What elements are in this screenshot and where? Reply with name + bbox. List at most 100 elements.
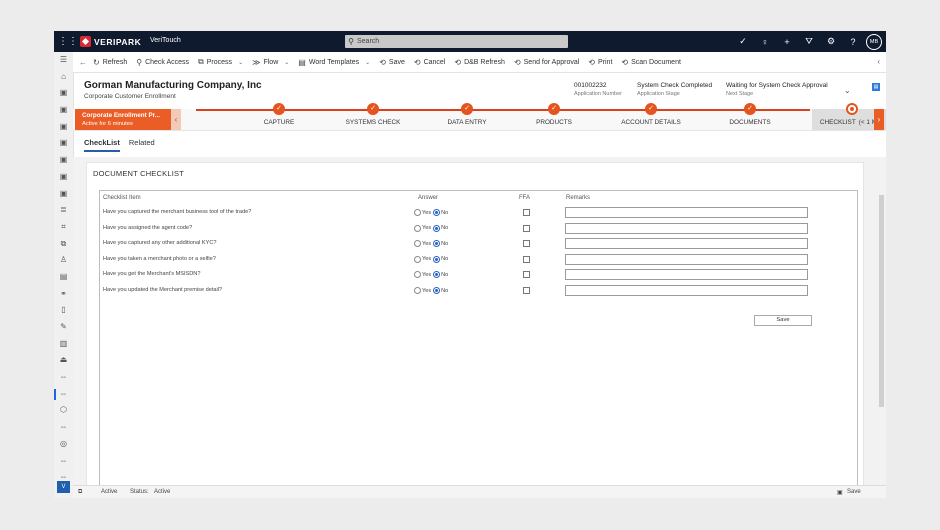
send-icon: ⟲ [513,57,521,67]
hamburger-menu-icon[interactable]: ☰ [54,52,73,69]
command-cancel-button[interactable]: ⟲ Cancel [414,58,446,67]
command-check-access-button[interactable]: ⚲ Check Access [136,58,189,67]
nav-link-icon[interactable]: ⚭ [54,286,73,303]
ffa-checkbox[interactable] [523,224,530,232]
answer-yes-radio[interactable] [414,271,421,279]
ffa-checkbox[interactable] [523,209,530,216]
nav-entity-icon-2[interactable]: ▣ [54,102,73,119]
command-d-b-refresh-button[interactable]: ⟲ D&B Refresh [454,58,505,67]
answer-no-radio[interactable] [433,255,441,263]
command-word-templates-button[interactable]: ▤ Word Templates ⌄ [298,58,370,67]
nav-grid-icon[interactable]: ⌗ [54,219,73,236]
answer-no-radio[interactable] [433,224,441,232]
header-expand-chevron-icon[interactable]: ⌄ [844,86,851,95]
global-search-box[interactable]: ⚲ Search [345,35,568,48]
answer-no-radio[interactable] [433,287,441,294]
command-send-for-approval-button[interactable]: ⟲ Send for Approval [514,58,579,67]
command-print-button[interactable]: ⟲ Print [588,58,612,67]
answer-no-radio[interactable] [433,240,441,248]
tab-checklist[interactable]: CheckList [84,138,120,152]
command-scan-document-button[interactable]: ⟲ Scan Document [621,58,681,67]
chevron-down-icon[interactable]: ⌄ [238,59,243,66]
checklist-question: Have you assigned the agent code? [103,224,193,231]
nav-person-icon[interactable]: ♙ [54,252,73,269]
ffa-checkbox[interactable] [523,287,530,294]
nav-list-icon[interactable]: ≣ [54,202,73,219]
nav-entity-icon-1[interactable]: ▣ [54,85,73,102]
record-header: Gorman Manufacturing Company, Inc Corpor… [84,80,864,106]
nav-entity-icon-7[interactable]: ▣ [54,186,73,203]
tab-related[interactable]: Related [129,138,155,152]
answer-no-radio[interactable] [433,271,441,279]
answer-yes-radio[interactable] [414,209,421,216]
checklist-question: Have you captured any other additional K… [103,240,217,247]
nav-entity-icon-3[interactable]: ▣ [54,119,73,136]
nav-flask-icon[interactable]: ⏏ [54,352,73,369]
ffa-checkbox[interactable] [523,255,530,263]
stage-label: CAPTURE [264,119,295,126]
answer-yes-radio[interactable] [414,255,421,263]
lightbulb-icon[interactable]: ♀ [754,37,776,47]
process-stage-box[interactable]: Corporate Enrollment Pr... Active for 6 … [75,109,171,130]
process-active-duration: Active for 6 minutes [82,121,133,127]
task-check-icon[interactable]: ✓ [732,36,754,47]
bpf-prev-arrow-icon[interactable]: ‹ [171,109,181,130]
settings-gear-icon[interactable]: ⚙ [820,36,842,47]
nav-copy-icon[interactable]: ⧉ [54,236,73,253]
collapse-chevron-icon[interactable]: ‹ [877,57,880,66]
app-launcher-icon[interactable]: ⋮⋮ [58,35,78,48]
command-flow-button[interactable]: ≫ Flow ⌄ [252,58,289,67]
answer-yes-radio[interactable] [414,224,421,232]
statusbar-save-icon[interactable]: ▣ [837,489,843,496]
nav-entity-icon-6[interactable]: ▣ [54,169,73,186]
nav-page-icon[interactable]: ▯ [54,302,73,319]
nav-swap-icon-2[interactable]: ⇔ [54,419,73,436]
nav-swap-icon-3[interactable]: ⇔ [54,453,73,470]
side-pane-icon[interactable]: ▤ [872,83,880,91]
home-icon[interactable]: ⌂ [54,69,73,86]
nav-pencil-icon[interactable]: ✎ [54,319,73,336]
back-arrow-icon[interactable]: ← [73,58,93,67]
nav-box-icon[interactable]: ⬡ [54,402,73,419]
nav-entity-icon-5[interactable]: ▣ [54,152,73,169]
ffa-checkbox[interactable] [523,271,530,279]
nav-document-icon[interactable]: ▤ [54,269,73,286]
nav-entity-icon-4[interactable]: ▣ [54,135,73,152]
remarks-input[interactable] [565,238,808,250]
nav-swap-icon-active[interactable]: ⇔ [54,386,73,403]
vertical-scrollbar[interactable] [879,195,884,407]
remarks-input[interactable] [565,253,808,265]
command-list: ↻ Refresh ⚲ Check Access ⧉ Process ⌄ ≫ Flow ⌄ ▤ Wor… [93,57,690,67]
answer-yes-radio[interactable] [414,240,421,248]
area-switcher-button[interactable]: V [57,481,70,493]
nav-swap-icon-1[interactable]: ⇔ [54,369,73,386]
answer-yes-radio[interactable] [414,287,421,294]
stage-label-text: CHECKLIST [819,119,856,126]
command-refresh-button[interactable]: ↻ Refresh [93,58,127,67]
answer-no-radio[interactable] [433,209,441,216]
nav-clipboard-icon[interactable]: ▥ [54,336,73,353]
remarks-input[interactable] [565,285,808,296]
statusbar-save-label[interactable]: Save [847,489,861,495]
chevron-down-icon[interactable]: ⌄ [365,59,370,66]
remarks-input[interactable] [565,207,808,218]
user-avatar[interactable]: MB [866,33,882,50]
nav-target-icon[interactable]: ◎ [54,436,73,453]
bpf-progress-line [196,109,810,111]
remarks-input[interactable] [565,269,808,281]
bpf-next-arrow-icon[interactable]: › [874,109,884,130]
command-save-button[interactable]: ⟲ Save [379,58,405,67]
help-icon[interactable]: ? [842,37,864,47]
brand-logo: VERIPARK [80,35,141,48]
app-name[interactable]: VeriTouch [150,37,181,44]
open-in-new-window-icon[interactable]: ⧉ [78,489,82,496]
ffa-checkbox[interactable] [523,240,530,248]
command-process-button[interactable]: ⧉ Process ⌄ [198,57,243,67]
chevron-down-icon[interactable]: ⌄ [284,59,289,66]
plus-icon[interactable]: + [776,37,798,47]
filter-icon[interactable]: ⛛ [798,36,820,47]
stage-label-text: CAPTURE [263,119,295,126]
checklist-save-button[interactable]: Save [754,315,812,326]
document-checklist-section: DOCUMENT CHECKLIST Checklist Item Answer… [86,162,864,487]
remarks-input[interactable] [565,222,808,234]
